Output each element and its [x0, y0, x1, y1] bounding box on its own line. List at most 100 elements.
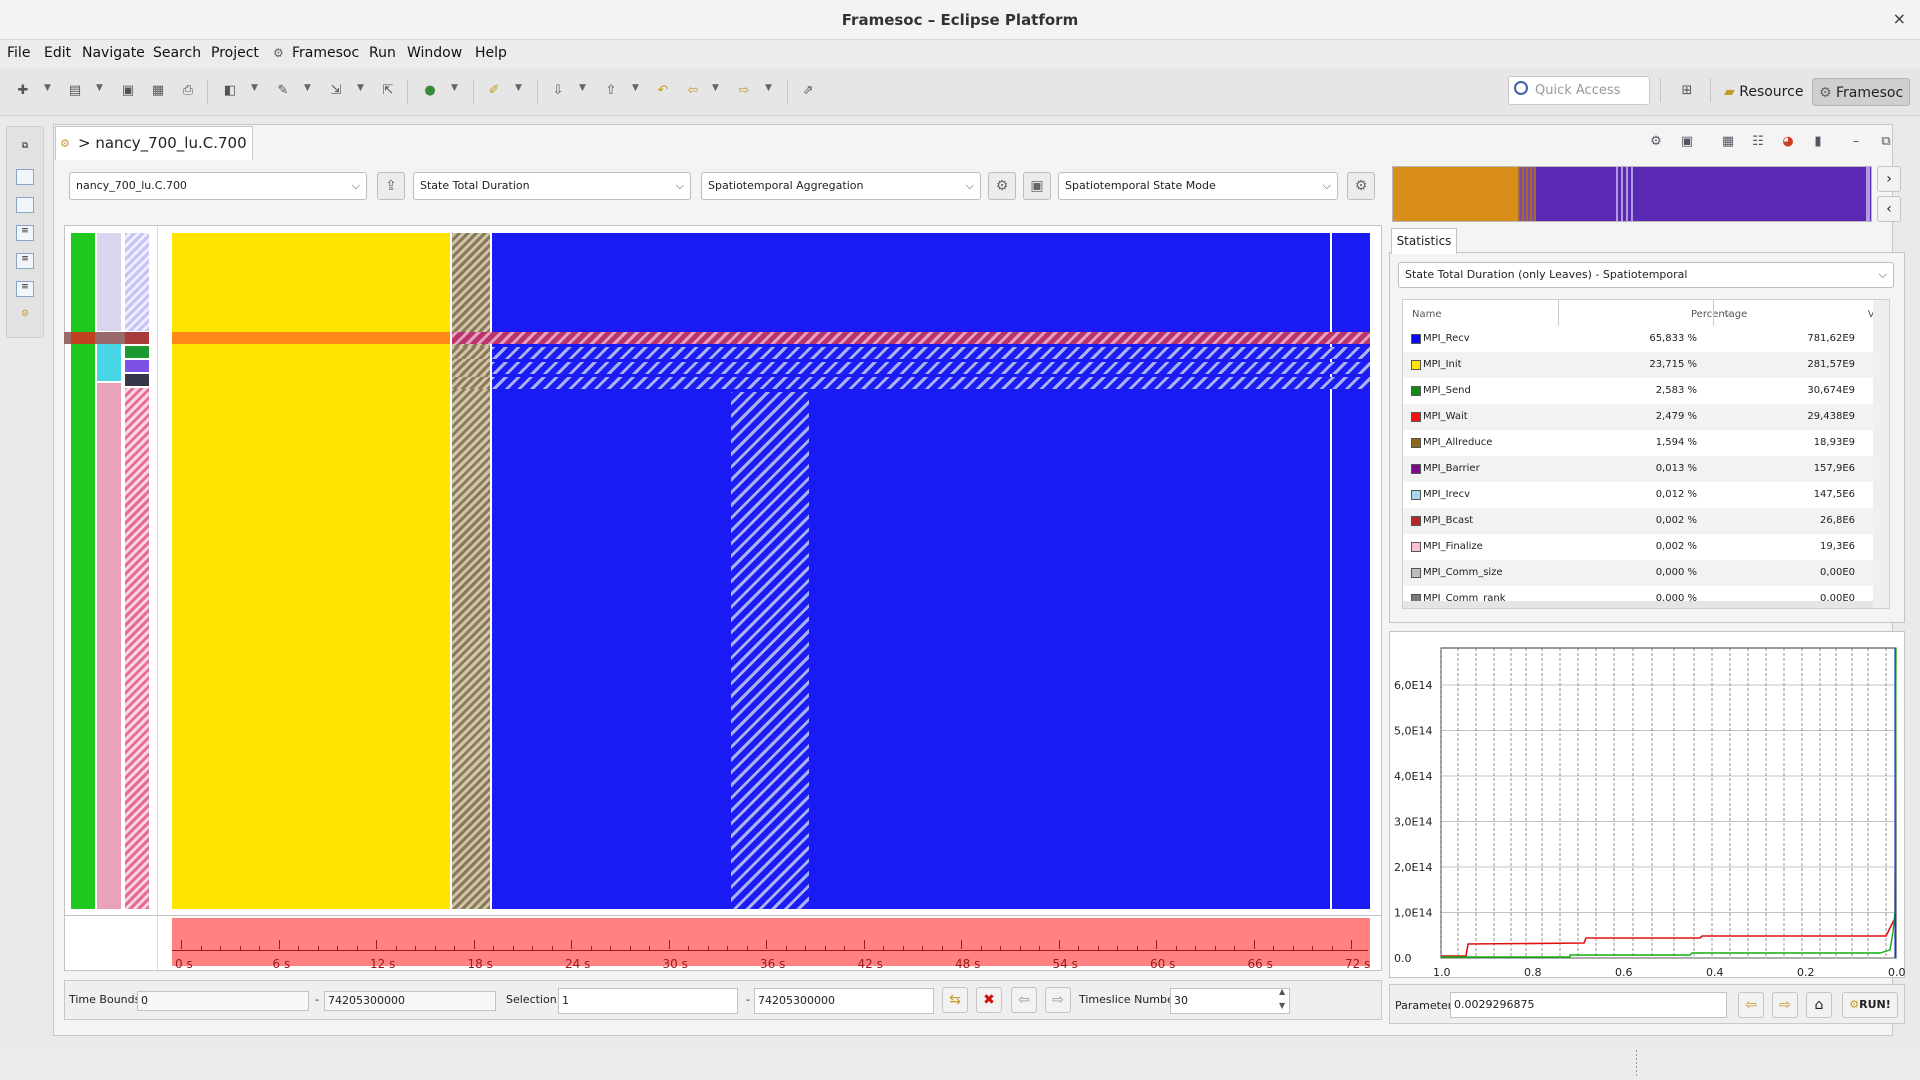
hierarchy-node[interactable] [125, 233, 149, 331]
expand-icon[interactable]: › [1877, 166, 1901, 192]
chevron-down-icon[interactable]: ▼ [579, 83, 586, 93]
settings-icon[interactable]: ⚙ [1347, 172, 1375, 200]
decrease-parameter-icon[interactable]: ⇦ [1738, 992, 1764, 1018]
aggregation-combo[interactable]: Spatiotemporal Aggregation ⌵ [701, 172, 981, 200]
import-icon[interactable]: ⇲ [325, 81, 347, 101]
pin-icon[interactable]: ⇗ [797, 81, 819, 101]
time-end-field[interactable]: 74205300000 [324, 991, 496, 1011]
list-view-icon[interactable]: ≡ [16, 225, 34, 241]
band-mixed[interactable] [452, 362, 490, 374]
last-edit-icon[interactable]: ↶ [652, 81, 674, 101]
list-view-icon[interactable]: ≡ [16, 281, 34, 297]
hierarchy-node[interactable] [71, 332, 95, 344]
menu-window[interactable]: Window [407, 45, 462, 61]
quick-access-field[interactable]: Quick Access [1508, 76, 1650, 105]
hierarchy-node[interactable] [125, 332, 149, 344]
table-row[interactable]: MPI_Init 23,715 % 281,57E9 [1403, 352, 1873, 378]
save-all-icon[interactable]: ▦ [147, 81, 169, 101]
prev-annotation-icon[interactable]: ⇧ [600, 81, 622, 101]
band-mpi-wait-mixed[interactable] [452, 332, 1370, 344]
operator-combo[interactable]: State Total Duration ⌵ [413, 172, 691, 200]
chevron-down-icon[interactable]: ▼ [304, 83, 311, 93]
trace-combo[interactable]: nancy_700_lu.C.700 ⌵ [69, 172, 367, 200]
horizontal-scrollbar[interactable] [1403, 601, 1873, 608]
open-perspective-icon[interactable]: ⊞ [1676, 81, 1698, 101]
bar-chart-icon[interactable]: ▮ [1808, 134, 1828, 152]
plugin-icon[interactable]: ✎ [272, 81, 294, 101]
framesoc-icon[interactable]: ⚙ [16, 309, 34, 325]
perspective-resource[interactable]: ▰ Resource [1718, 78, 1809, 106]
hierarchy-node[interactable] [125, 346, 149, 358]
maximize-icon[interactable]: ⧉ [1876, 134, 1896, 152]
overview-preview[interactable] [1392, 166, 1872, 222]
snapshot-icon[interactable]: ▣ [1677, 134, 1697, 152]
menu-framesoc[interactable]: Framesoc [292, 45, 359, 61]
cancel-selection-icon[interactable]: ✖ [976, 987, 1002, 1013]
table-row[interactable]: MPI_Bcast 0,002 % 26,8E6 [1403, 508, 1873, 534]
hierarchy-node[interactable] [125, 360, 149, 372]
tree-icon[interactable]: ☷ [1748, 134, 1768, 152]
menu-help[interactable]: Help [475, 45, 507, 61]
zoom-in-icon[interactable]: ⇨ [1045, 987, 1071, 1013]
hierarchy-node[interactable] [97, 383, 121, 909]
aggregation-view[interactable] [64, 225, 1382, 917]
run-button[interactable]: ⚙RUN! [1842, 992, 1898, 1018]
view-icon[interactable] [16, 169, 34, 185]
editor-tab[interactable]: ⚙ > nancy_700_lu.C.700 ⊠ [55, 126, 253, 184]
list-view-icon[interactable]: ≡ [16, 253, 34, 269]
timeslice-spinner[interactable]: 30 [1170, 988, 1290, 1014]
menu-file[interactable]: File [7, 45, 30, 61]
band-mpi-recv-mixed[interactable] [492, 377, 1370, 389]
print-icon[interactable]: ⎙ [177, 81, 199, 101]
aggregate-mpi-recv-mixed[interactable] [731, 392, 809, 909]
table-row[interactable]: MPI_Barrier 0,013 % 157,9E6 [1403, 456, 1873, 482]
forward-icon[interactable]: ⇨ [733, 81, 755, 101]
spinner-up-icon[interactable]: ▲ [1279, 987, 1285, 996]
chevron-down-icon[interactable]: ▼ [251, 83, 258, 93]
time-start-field[interactable]: 0 [137, 991, 309, 1011]
quality-curve-chart[interactable]: 6,0E14 5,0E14 4,0E14 3,0E14 2,0E14 1,0E14 0.0 1… [1390, 632, 1906, 979]
menu-navigate[interactable]: Navigate [82, 45, 145, 61]
restore-icon[interactable]: ⧉ [16, 141, 34, 157]
column-percentage[interactable]: Percentage [1691, 309, 1747, 320]
settings-icon[interactable]: ⚙ [1646, 134, 1666, 152]
save-icon[interactable]: ▣ [1023, 172, 1051, 200]
perspective-framesoc[interactable]: ⚙ Framesoc [1812, 78, 1911, 106]
band-mpi-recv-mixed[interactable] [492, 362, 1370, 374]
spinner-down-icon[interactable]: ▼ [1279, 1001, 1285, 1010]
chevron-down-icon[interactable]: ▼ [765, 83, 772, 93]
selection-end-field[interactable]: 74205300000 [754, 988, 934, 1014]
collapse-icon[interactable]: ‹ [1877, 196, 1901, 222]
band-mpi-wait[interactable] [172, 332, 450, 344]
band-mixed[interactable] [452, 377, 490, 389]
increase-parameter-icon[interactable]: ⇨ [1772, 992, 1798, 1018]
hierarchy-node[interactable] [125, 374, 149, 386]
menu-project[interactable]: Project [211, 45, 259, 61]
table-row[interactable]: MPI_Allreduce 1,594 % 18,93E9 [1403, 430, 1873, 456]
table-row[interactable]: MPI_Comm_size 0,000 % 0,00E0 [1403, 560, 1873, 586]
pencil-icon[interactable]: ✐ [483, 81, 505, 101]
table-icon[interactable]: ▦ [1718, 134, 1738, 152]
settings-icon[interactable]: ⚙ [988, 172, 1016, 200]
table-row[interactable]: MPI_Irecv 0,012 % 147,5E6 [1403, 482, 1873, 508]
band-mixed[interactable] [452, 347, 490, 359]
open-icon[interactable]: ▤ [64, 81, 86, 101]
chevron-down-icon[interactable]: ▼ [515, 83, 522, 93]
hierarchy-node[interactable] [125, 388, 149, 909]
table-row[interactable]: MPI_Recv 65,833 % 781,62E9 [1403, 326, 1873, 352]
sort-chevron-icon[interactable]: ⌵ [1723, 306, 1731, 320]
zoom-out-icon[interactable]: ⇦ [1011, 987, 1037, 1013]
menu-edit[interactable]: Edit [44, 45, 71, 61]
chevron-down-icon[interactable]: ▼ [712, 83, 719, 93]
next-annotation-icon[interactable]: ⇩ [547, 81, 569, 101]
hierarchy-node[interactable] [97, 233, 121, 331]
mode-combo[interactable]: Spatiotemporal State Mode ⌵ [1058, 172, 1338, 200]
close-icon[interactable]: × [1893, 9, 1906, 28]
column-name[interactable]: Name [1412, 309, 1442, 320]
table-row[interactable]: MPI_Send 2,583 % 30,674E9 [1403, 378, 1873, 404]
pie-chart-icon[interactable]: ◕ [1778, 134, 1798, 152]
table-view-icon[interactable] [16, 197, 34, 213]
selection-start-field[interactable]: 1 [558, 988, 738, 1014]
export-icon[interactable]: ⇱ [377, 81, 399, 101]
chevron-down-icon[interactable]: ▼ [357, 83, 364, 93]
